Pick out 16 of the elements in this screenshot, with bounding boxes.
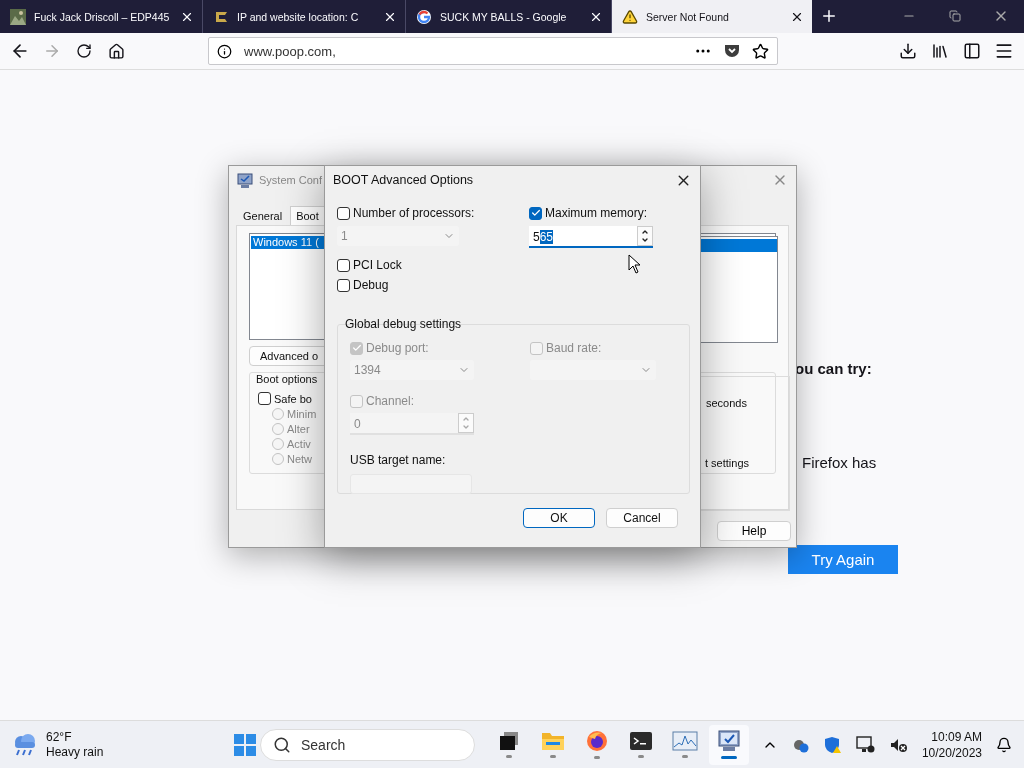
clock-date: 10/20/2023: [921, 744, 982, 761]
usb-target-label: USB target name:: [350, 453, 447, 467]
radio-label: Alter: [287, 423, 310, 435]
group-title: Boot options: [256, 373, 319, 385]
temperature: 62°F: [46, 729, 73, 745]
radio-label: Minim: [287, 408, 317, 420]
timeout-unit: seconds: [706, 397, 747, 409]
radio-label: Netw: [287, 453, 313, 465]
error-text: Firefox has: [802, 454, 877, 471]
window-title: System Conf: [259, 174, 322, 186]
weather-condition: Heavy rain: [46, 744, 104, 760]
clock-time: 10:09 AM: [931, 728, 982, 745]
radio-label: Activ: [287, 438, 311, 450]
option-label: t settings: [705, 457, 750, 469]
dialog-title: BOOT Advanced Options: [333, 173, 474, 187]
group-title: Global debug settings: [345, 317, 463, 331]
